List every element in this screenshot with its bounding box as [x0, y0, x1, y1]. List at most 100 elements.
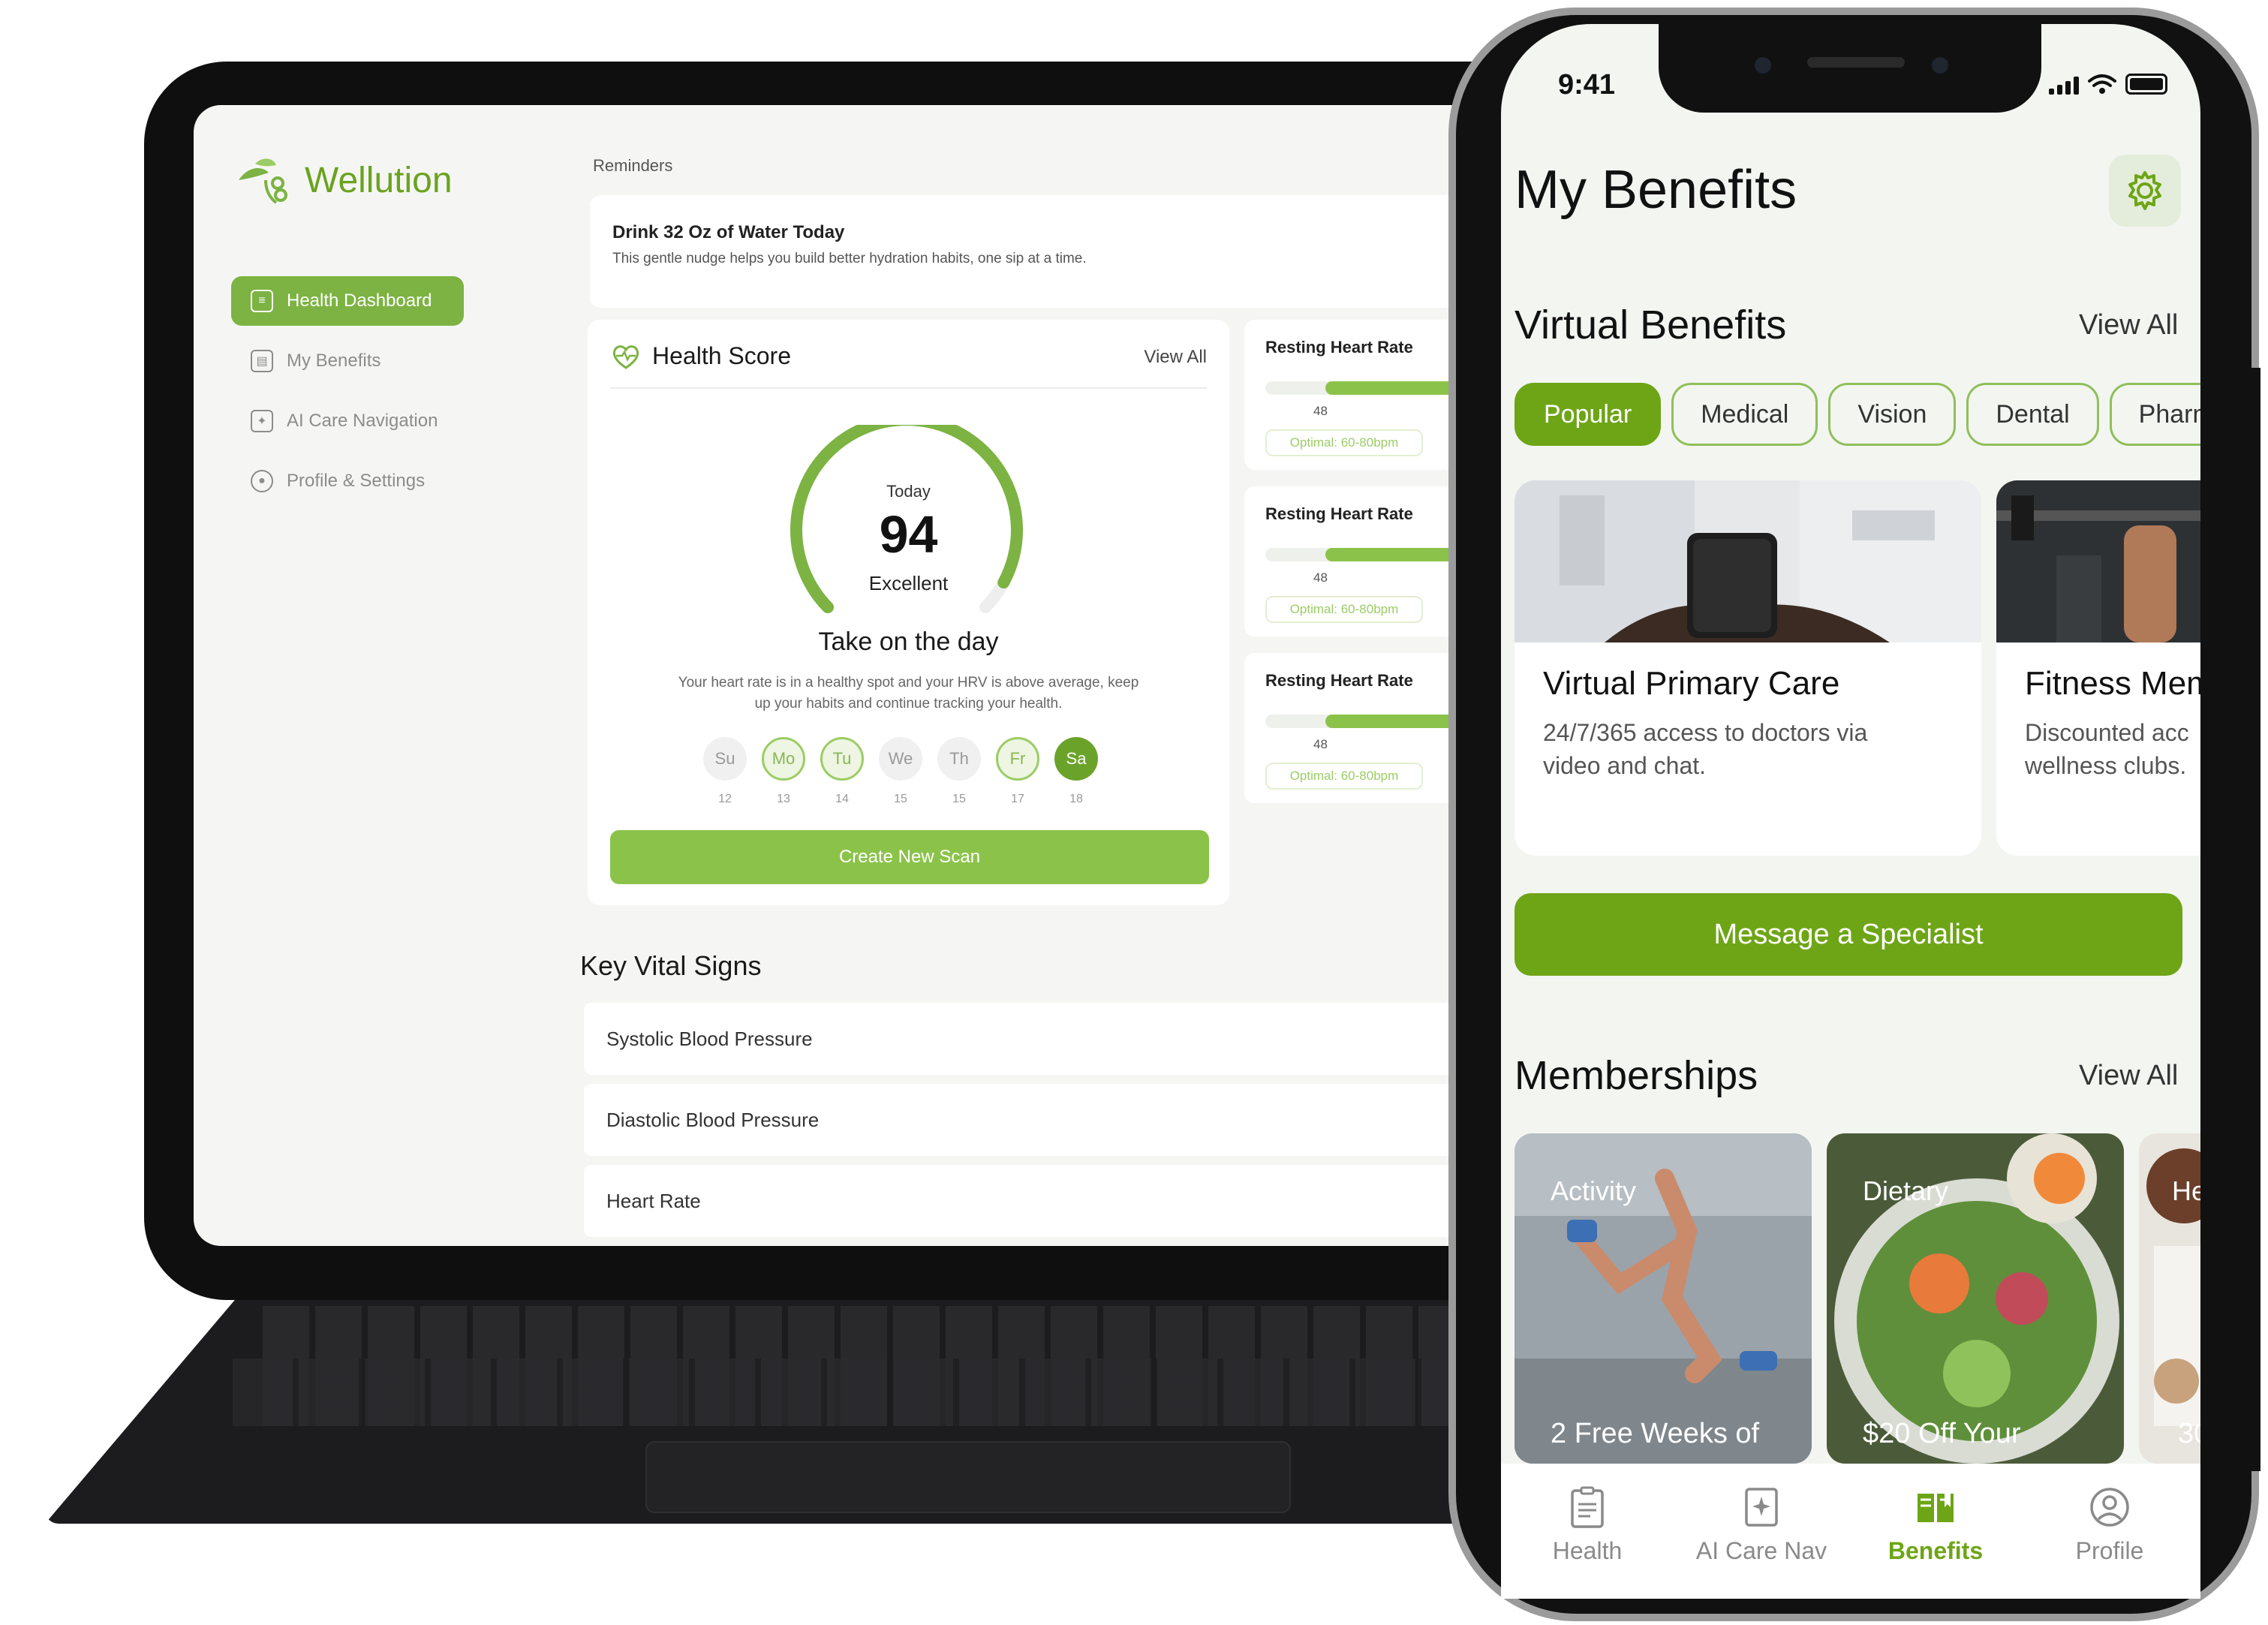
page-title: My Benefits [1515, 160, 1797, 220]
vitals-card-value: 48 [1313, 404, 1328, 418]
brand-logo[interactable]: Wellution [233, 150, 453, 210]
day-item[interactable]: Th 15 [937, 737, 981, 806]
clipboard-icon: ≡ [251, 290, 273, 312]
description-line: Discounted acc [2025, 719, 2189, 746]
chip-popular[interactable]: Popular [1515, 383, 1662, 446]
tab-ai-care-nav[interactable]: AI Care Nav [1675, 1486, 1848, 1565]
benefit-card-fitness[interactable]: Fitness Mem Discounted acc wellness club… [1996, 480, 2200, 856]
day-date: 12 [718, 793, 732, 805]
day-circle: Sa [1054, 737, 1098, 781]
screen-edge-mask [2200, 368, 2260, 1471]
vital-row-heart-rate[interactable]: Heart Rate [584, 1165, 1530, 1237]
day-circle: Fr [996, 737, 1039, 781]
day-item[interactable]: Fr 17 [996, 737, 1039, 806]
tab-benefits[interactable]: Benefits [1849, 1486, 2022, 1565]
health-score-value: 94 [879, 505, 938, 564]
virtual-benefits-heading: Virtual Benefits [1515, 302, 1787, 348]
benefit-filter-chips: Popular Medical Vision Dental Pharma [1515, 383, 2228, 446]
sidebar-item-label: AI Care Navigation [287, 411, 438, 431]
chip-dental[interactable]: Dental [1966, 383, 2099, 446]
heart-pulse-icon [612, 345, 639, 369]
sparkle-doc-icon [1740, 1486, 1782, 1528]
vital-row-systolic[interactable]: Systolic Blood Pressure [584, 1003, 1530, 1075]
benefit-card-description: 24/7/365 access to doctors via video and… [1543, 716, 1867, 782]
reminders-heading: Reminders [593, 156, 673, 175]
memberships-heading: Memberships [1515, 1053, 1758, 1098]
day-item[interactable]: We 15 [879, 737, 922, 806]
sparkle-doc-icon: ✦ [251, 410, 273, 432]
sidebar-item-profile-settings[interactable]: ● Profile & Settings [231, 456, 464, 506]
message-specialist-button[interactable]: Message a Specialist [1515, 893, 2182, 976]
membership-label: He [2172, 1175, 2200, 1206]
sidebar-item-label: Health Dashboard [287, 290, 432, 311]
tab-label: AI Care Nav [1695, 1537, 1827, 1564]
vitals-card-value: 48 [1313, 570, 1328, 585]
sidebar-item-label: My Benefits [287, 351, 381, 371]
membership-caption: $20 Off Your [1863, 1418, 2021, 1449]
health-score-title: Health Score [652, 342, 791, 369]
user-circle-icon [2089, 1486, 2131, 1528]
score-today-label: Today [886, 482, 931, 501]
sidebar-item-label: Profile & Settings [287, 471, 426, 491]
memberships-view-all-link[interactable]: View All [2079, 1060, 2178, 1092]
key-vital-signs-heading: Key Vital Signs [580, 950, 762, 981]
trackpad [645, 1441, 1291, 1513]
membership-card-dietary[interactable]: Dietary $20 Off Your [1827, 1133, 2124, 1464]
virtual-benefits-view-all-link[interactable]: View All [2079, 309, 2178, 342]
book-icon: ▤ [251, 350, 273, 372]
sidebar-item-ai-care-navigation[interactable]: ✦ AI Care Navigation [231, 396, 464, 446]
benefit-card-title: Fitness Mem [2025, 665, 2200, 702]
day-item[interactable]: Mo 13 [762, 737, 805, 806]
create-new-scan-button[interactable]: Create New Scan [610, 830, 1209, 884]
tab-label: Health [1552, 1537, 1623, 1564]
day-item[interactable]: Sa 18 [1054, 737, 1098, 806]
day-item[interactable]: Tu 14 [820, 737, 864, 806]
wifi-icon [2088, 74, 2116, 94]
membership-card-partial[interactable]: He 30 [2139, 1133, 2200, 1464]
divider [610, 387, 1207, 389]
vital-row-diastolic[interactable]: Diastolic Blood Pressure [584, 1084, 1530, 1156]
benefit-card-virtual-primary-care[interactable]: Virtual Primary Care 24/7/365 access to … [1515, 480, 1981, 856]
description-line: 24/7/365 access to doctors via [1543, 719, 1868, 746]
chip-vision[interactable]: Vision [1828, 383, 1957, 446]
tab-profile[interactable]: Profile [2023, 1486, 2196, 1565]
status-icons [2049, 74, 2167, 95]
membership-label: Dietary [1863, 1175, 1949, 1206]
settings-button[interactable] [2109, 155, 2181, 227]
day-date: 18 [1069, 793, 1083, 805]
day-date: 14 [835, 793, 849, 805]
reminder-card[interactable]: Drink 32 Oz of Water Today This gentle n… [590, 195, 1530, 308]
gym-image [1996, 480, 2200, 642]
day-date: 15 [894, 793, 907, 805]
optimal-range-badge: Optimal: 60-80bpm [1265, 763, 1423, 790]
battery-icon [2125, 74, 2167, 95]
health-score-rating: Excellent [868, 572, 949, 594]
status-time: 9:41 [1558, 69, 1616, 101]
vitals-card-value: 48 [1313, 737, 1328, 751]
benefit-card-title: Virtual Primary Care [1543, 665, 1840, 702]
day-circle: Su [703, 737, 747, 781]
day-circle: Tu [820, 737, 864, 781]
reminder-title: Drink 32 Oz of Water Today [612, 222, 845, 242]
tab-label: Benefits [1887, 1537, 1984, 1564]
day-circle: We [879, 737, 922, 781]
gear-icon [2128, 171, 2161, 210]
day-date: 17 [1011, 793, 1024, 805]
description-line: wellness clubs. [2025, 752, 2187, 779]
membership-caption: 2 Free Weeks of [1551, 1418, 1760, 1449]
health-score-description: Your heart rate is in a healthy spot and… [678, 675, 1139, 712]
health-score-headline: Take on the day [818, 627, 999, 656]
tab-health[interactable]: Health [1501, 1486, 1674, 1565]
sidebar-item-health-dashboard[interactable]: ≡ Health Dashboard [231, 276, 464, 326]
description-line: video and chat. [1543, 752, 1707, 779]
day-selector: Su 12 Mo 13 Tu 14 We 15 Th 15 Fr 17 Sa 18 [703, 737, 1098, 806]
day-item[interactable]: Su 12 [703, 737, 747, 806]
doctor-phone-image [1515, 480, 1981, 642]
leaf-logo-icon [239, 158, 287, 204]
sidebar-item-my-benefits[interactable]: ▤ My Benefits [231, 336, 464, 386]
chip-medical[interactable]: Medical [1671, 383, 1818, 446]
health-score-view-all-link[interactable]: View All [1144, 347, 1207, 368]
membership-card-activity[interactable]: Activity 2 Free Weeks of [1515, 1133, 1812, 1464]
tab-label: Profile [2075, 1537, 2144, 1564]
membership-label: Activity [1551, 1175, 1637, 1206]
